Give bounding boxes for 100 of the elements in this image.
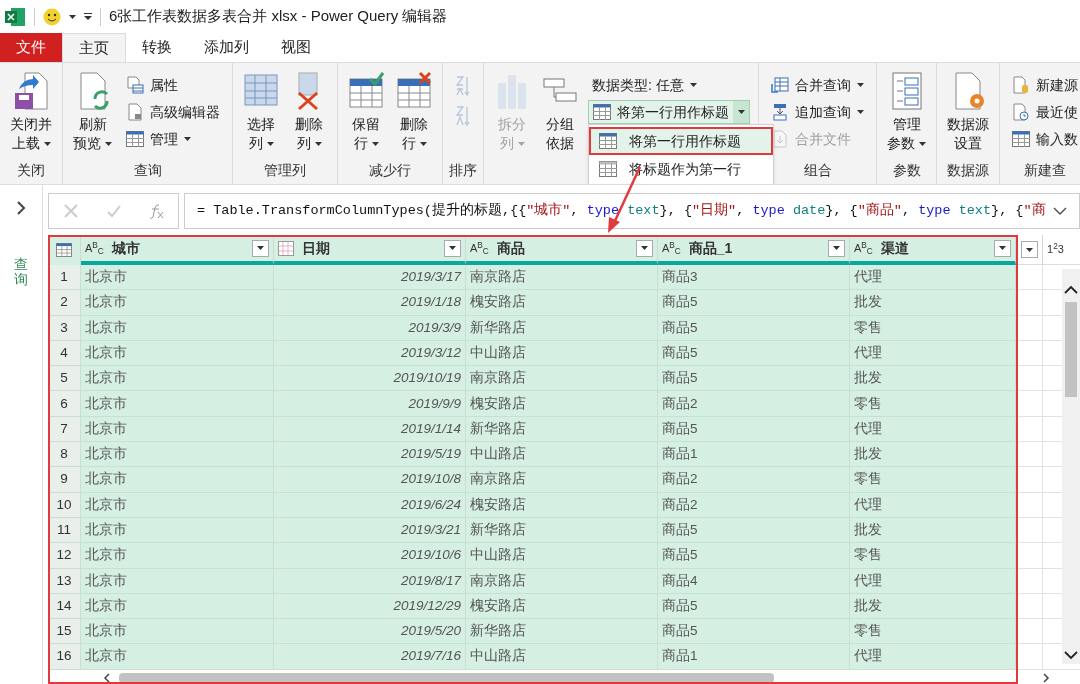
ribbon-button[interactable]: 高级编辑器 <box>122 100 224 124</box>
filter-button[interactable] <box>636 239 653 257</box>
table-cell: 批发 <box>850 366 1016 392</box>
ribbon-button[interactable]: 数据类型: 任意 <box>588 73 750 97</box>
table-cell: 中山路店 <box>466 644 658 670</box>
table-cell: 新华路店 <box>466 619 658 645</box>
row-number: 1 <box>48 265 81 291</box>
ribbon-button[interactable]: 属性 <box>122 73 224 97</box>
group-label: 参数 <box>892 160 921 180</box>
column-header[interactable]: A$^{B}$$_{C}$ 商品 <box>466 235 658 265</box>
group-label: 减少行 <box>369 160 411 180</box>
recent-source-icon <box>1012 103 1030 121</box>
formula-field[interactable]: = Table.TransformColumnTypes(提升的标题,{{"城市", type text}, {"日期", type date}, {"商品", type text}, {"商 <box>184 193 1080 229</box>
ribbon-button[interactable]: 删除 行 <box>390 67 438 156</box>
file-tab[interactable]: 文件 <box>0 33 62 62</box>
smiley-icon[interactable] <box>43 7 61 26</box>
caret-icon <box>857 83 864 87</box>
ribbon-button[interactable]: 管理 参数 <box>881 67 932 156</box>
filter-button[interactable] <box>828 239 845 257</box>
table-cell: 商品2 <box>658 492 850 518</box>
caret-icon <box>43 141 51 146</box>
row-number: 6 <box>48 391 81 417</box>
expand-icon[interactable] <box>16 201 26 215</box>
ribbon-button[interactable]: 数据源 设置 <box>941 67 995 156</box>
column-header[interactable]: 日期 <box>274 235 466 265</box>
table-cell: 商品5 <box>658 593 850 620</box>
table-cell: 2019/9/9 <box>274 391 466 417</box>
vertical-scrollbar[interactable] <box>1062 269 1080 664</box>
caret-icon <box>737 110 745 114</box>
row-number: 12 <box>48 543 81 569</box>
column-header[interactable]: A$^{B}$$_{C}$ 商品_1 <box>658 235 850 265</box>
column-header[interactable]: A$^{B}$$_{C}$ 渠道 <box>850 235 1016 265</box>
ribbon-button[interactable]: 合并查询 <box>767 73 868 97</box>
ribbon-button[interactable]: 分组 依据 <box>536 67 584 156</box>
scroll-thumb[interactable] <box>1065 302 1077 397</box>
ribbon-tab[interactable]: 视图 <box>265 33 327 62</box>
table-cell: 北京市 <box>81 315 274 341</box>
ribbon-button[interactable]: 关闭并 上载 <box>4 67 58 156</box>
menu-item[interactable]: 将第一行用作标题 <box>589 127 773 155</box>
table-cell: 北京市 <box>81 593 274 620</box>
table-cell: 零售 <box>850 543 1016 569</box>
ribbon-button[interactable]: 新建源 <box>1008 73 1080 97</box>
ribbon-button[interactable]: 最近使 <box>1008 100 1080 124</box>
table-cell: 槐安路店 <box>466 391 658 417</box>
filter-button[interactable] <box>444 239 461 257</box>
table-cell: 2019/3/17 <box>274 265 466 291</box>
ribbon-button[interactable]: 管理 <box>122 127 224 151</box>
calendar-icon <box>278 240 294 256</box>
ribbon-button[interactable]: 保留 行 <box>342 67 390 156</box>
table-cell: 北京市 <box>81 517 274 544</box>
queries-pane-label[interactable]: 查询 <box>14 257 28 288</box>
row-number: 16 <box>48 644 81 670</box>
table-cell: 代理 <box>850 644 1016 670</box>
document-icon <box>126 103 144 121</box>
caret-icon <box>689 83 697 87</box>
column-header[interactable]: A$^{B}$$_{C}$ 城市 <box>81 235 274 265</box>
table-cell: 商品5 <box>658 290 850 316</box>
filter-button[interactable] <box>994 239 1011 257</box>
expand-formula-icon[interactable] <box>1053 206 1067 216</box>
ribbon-tab[interactable]: 主页 <box>62 33 126 62</box>
filter-button[interactable] <box>252 239 269 257</box>
ribbon-tab[interactable]: 转换 <box>126 33 188 62</box>
table-cell: 中山路店 <box>466 442 658 468</box>
table-cell: 代理 <box>850 492 1016 518</box>
table-cell: 代理 <box>850 416 1016 443</box>
table-cell: 批发 <box>850 517 1016 544</box>
table-cell: 商品5 <box>658 340 850 367</box>
table-icon <box>599 161 617 177</box>
ribbon-button[interactable]: 删除 列 <box>285 67 333 156</box>
table-cell: 中山路店 <box>466 543 658 569</box>
split-button[interactable]: 将第一行用作标题 <box>588 100 750 124</box>
table-cell: 商品2 <box>658 467 850 493</box>
table-cell: 商品4 <box>658 568 850 594</box>
column-header[interactable] <box>1016 235 1043 265</box>
table-cell: 批发 <box>850 290 1016 316</box>
ribbon-button[interactable]: 刷新 预览 <box>67 67 118 156</box>
caret-icon <box>314 141 322 146</box>
table-cell: 槐安路店 <box>466 593 658 620</box>
ribbon-tab[interactable]: 添加列 <box>188 33 265 62</box>
table-cell: 2019/1/14 <box>274 416 466 443</box>
ribbon-button[interactable]: 追加查询 <box>767 100 868 124</box>
table-cell: 新华路店 <box>466 416 658 443</box>
table-cell: 北京市 <box>81 467 274 493</box>
table-cell: 零售 <box>850 315 1016 341</box>
row-number: 2 <box>48 290 81 316</box>
function-icon[interactable] <box>148 203 165 219</box>
horizontal-scrollbar[interactable] <box>103 671 1050 684</box>
filter-button[interactable] <box>1021 241 1038 258</box>
customize-menu-icon[interactable] <box>84 13 92 20</box>
table-cell: 新华路店 <box>466 315 658 341</box>
table-icon <box>1012 131 1030 147</box>
scroll-thumb[interactable] <box>119 672 774 683</box>
ribbon-button[interactable]: 输入数 <box>1008 127 1080 151</box>
type-icon: 1$^{2}$3 <box>1047 241 1064 258</box>
ribbon-button[interactable]: 选择 列 <box>237 67 285 156</box>
table-cell: 南京路店 <box>466 265 658 291</box>
table-cell: 代理 <box>850 340 1016 367</box>
spreadsheet-icon <box>4 6 26 27</box>
table-cell: 南京路店 <box>466 467 658 493</box>
table-cell: 代理 <box>850 265 1016 291</box>
